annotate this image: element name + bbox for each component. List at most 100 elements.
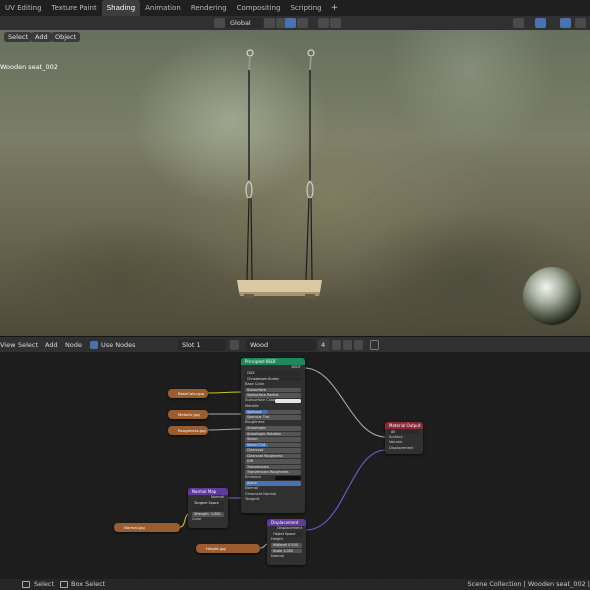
- image-texture-label: Height.jpg: [206, 546, 226, 551]
- orientation-dropdown[interactable]: Global: [226, 18, 262, 28]
- space-value: Object Space: [271, 532, 302, 537]
- subsurface-color-swatch[interactable]: [275, 398, 301, 403]
- normal-map-node[interactable]: Normal Map Normal Tangent Space Strength…: [188, 488, 228, 528]
- slider-label: Transmission Roughness: [245, 470, 301, 475]
- target-value: All: [389, 429, 419, 434]
- snap-target-icon[interactable]: [297, 18, 308, 28]
- material-output-node[interactable]: Material Output All Surface Volume Displ…: [385, 422, 423, 454]
- node-menu-select[interactable]: Select: [18, 340, 38, 350]
- input-tangent[interactable]: Tangent: [241, 497, 305, 503]
- material-name-field[interactable]: Wood: [246, 339, 316, 351]
- fake-user-icon[interactable]: [332, 340, 341, 350]
- tab-compositing[interactable]: Compositing: [232, 0, 286, 16]
- 3d-viewport[interactable]: Select Add Object Wooden seat_002: [0, 30, 590, 336]
- slider-label: Subsurface Radius: [245, 393, 301, 398]
- input-color[interactable]: Color: [188, 517, 228, 523]
- node-title: Normal Map: [188, 488, 228, 495]
- image-texture-label: Normal.jpg: [124, 525, 145, 530]
- use-nodes-checkbox[interactable]: [90, 341, 98, 349]
- strength-value: 1.000: [210, 512, 221, 516]
- status-select-label: Select: [34, 580, 55, 588]
- hdri-preview-sphere: [523, 267, 581, 325]
- input-normal[interactable]: Normal: [267, 554, 306, 560]
- mouse-left-icon: [22, 581, 30, 588]
- slider-label: Anisotropic: [245, 426, 301, 431]
- swing-right-chain: [305, 49, 315, 281]
- duplicate-material-icon[interactable]: [343, 340, 352, 350]
- link-displacement: [305, 449, 387, 531]
- orientation-label: Global: [230, 19, 251, 27]
- uv-map-value: [192, 506, 224, 511]
- slider-label: Specular: [245, 409, 301, 414]
- gizmo-icon[interactable]: [535, 18, 546, 28]
- tab-rendering[interactable]: Rendering: [186, 0, 232, 16]
- node-editor-header: View Select Add Node Use Nodes Slot 1 Wo…: [0, 336, 590, 352]
- snap-icon[interactable]: [285, 18, 296, 28]
- slider-label: Scale 1.000: [271, 548, 302, 553]
- row-label: Subsurface Color: [245, 398, 276, 402]
- slider-label: Clearcoat: [245, 448, 301, 453]
- visibility-icon[interactable]: [513, 18, 524, 28]
- material-browse-icon[interactable]: [230, 340, 239, 350]
- status-bar: Select Box Select Scene Collection | Woo…: [0, 579, 590, 590]
- tab-texture-paint[interactable]: Texture Paint: [47, 0, 102, 16]
- slider-label: IOR: [245, 459, 301, 464]
- use-nodes-label: Use Nodes: [101, 341, 136, 349]
- image-texture-basecolor[interactable]: BaseColor.jpg: [168, 389, 208, 398]
- image-texture-metallic[interactable]: Metallic.jpg: [168, 410, 208, 419]
- add-workspace-button[interactable]: +: [327, 3, 343, 13]
- proportional-editing-icon[interactable]: [318, 18, 329, 28]
- tab-uv-editing[interactable]: UV Editing: [0, 0, 47, 16]
- displacement-node[interactable]: Displacement Displacement Object Space H…: [267, 519, 306, 565]
- node-menu-view[interactable]: View: [0, 340, 15, 350]
- link-roughness: [207, 428, 243, 431]
- overlays-icon[interactable]: [560, 18, 571, 28]
- mouse-middle-icon: [60, 581, 68, 588]
- image-texture-height[interactable]: Height.jpg: [196, 544, 260, 553]
- strength-label: Strength: [194, 512, 209, 516]
- node-title: Material Output: [385, 422, 423, 429]
- swing-seat: [237, 280, 322, 298]
- scale-value: 1.000: [283, 548, 293, 553]
- slider-label: Anisotropic Rotation: [245, 431, 301, 436]
- slot-dropdown[interactable]: Slot 1: [178, 339, 226, 351]
- material-users-count[interactable]: 4: [318, 339, 330, 351]
- row-label: Emission: [245, 475, 261, 479]
- tab-animation[interactable]: Animation: [140, 0, 186, 16]
- material-name: Wood: [250, 341, 269, 349]
- node-menu-node[interactable]: Node: [65, 340, 82, 350]
- slider-label: Specular Tint: [245, 415, 301, 420]
- node-menu-add[interactable]: Add: [45, 340, 58, 350]
- slider-label: Sheen Tint: [245, 442, 301, 447]
- image-texture-roughness[interactable]: Roughness.jpg: [168, 426, 208, 435]
- node-title: Principled BSDF: [241, 358, 305, 365]
- tab-scripting[interactable]: Scripting: [285, 0, 326, 16]
- principled-bsdf-node[interactable]: Principled BSDF BSDF GGX Christensen-Bur…: [241, 358, 305, 513]
- swing-model: [237, 49, 581, 325]
- falloff-icon[interactable]: [330, 18, 341, 28]
- xray-icon[interactable]: [575, 18, 586, 28]
- link-basecolor: [207, 391, 243, 394]
- output-displacement[interactable]: Displacement: [385, 446, 423, 452]
- pivot-point-icon[interactable]: [264, 18, 275, 28]
- image-texture-normal[interactable]: Normal.jpg: [114, 523, 180, 532]
- tab-shading[interactable]: Shading: [101, 0, 141, 16]
- node-editor[interactable]: BaseColor.jpg Metallic.jpg Roughness.jpg…: [0, 352, 590, 579]
- space-value: Tangent Space: [192, 501, 224, 506]
- swing-left-chain: [245, 49, 254, 281]
- slider-label: Subsurface: [245, 387, 301, 392]
- subsurface-method-value: Christensen-Burley: [245, 376, 301, 381]
- pin-icon[interactable]: [370, 340, 379, 350]
- emission-color-swatch[interactable]: [275, 475, 301, 480]
- users-count-label: 4: [321, 341, 326, 349]
- image-texture-label: Roughness.jpg: [178, 428, 206, 433]
- slider-label: Midlevel 0.500: [271, 543, 302, 548]
- slider-label: Alpha: [245, 481, 301, 486]
- node-title: Displacement: [267, 519, 306, 526]
- scale-label: Scale: [273, 548, 283, 553]
- image-texture-label: Metallic.jpg: [178, 412, 200, 417]
- unlink-material-icon[interactable]: [354, 340, 363, 350]
- distribution-value: GGX: [245, 371, 301, 376]
- slot-label: Slot 1: [182, 341, 201, 349]
- transform-orientation-icon: [214, 18, 225, 28]
